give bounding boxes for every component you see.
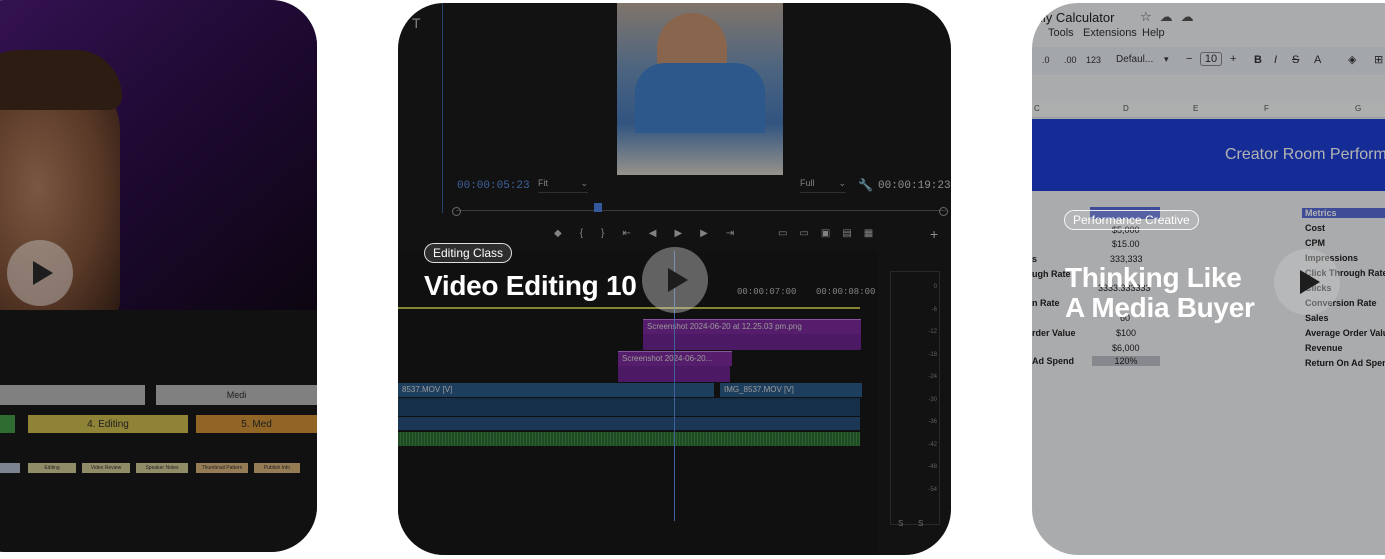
card-title-line-2: A Media Buyer [1065, 292, 1255, 323]
play-button[interactable] [7, 240, 73, 306]
play-button[interactable] [1274, 249, 1340, 315]
video-card-2[interactable]: T 00:00:05:23 Fit ⌄ Full ⌄ 🔧 00:00:19:23… [398, 3, 951, 555]
video-card-1[interactable]: Medi nent 4. Editing 5. Med Editing Vide… [0, 0, 317, 552]
category-tag: Performance Creative [1064, 210, 1199, 230]
card-title: Video Editing 10 [424, 270, 637, 301]
card-title-line-1: Thinking Like [1065, 262, 1242, 293]
video-card-3[interactable]: ily Calculator ☆☁☁ Tools Extensions Help… [1032, 3, 1385, 555]
category-tag: Editing Class [424, 243, 513, 263]
play-button[interactable] [642, 247, 708, 313]
